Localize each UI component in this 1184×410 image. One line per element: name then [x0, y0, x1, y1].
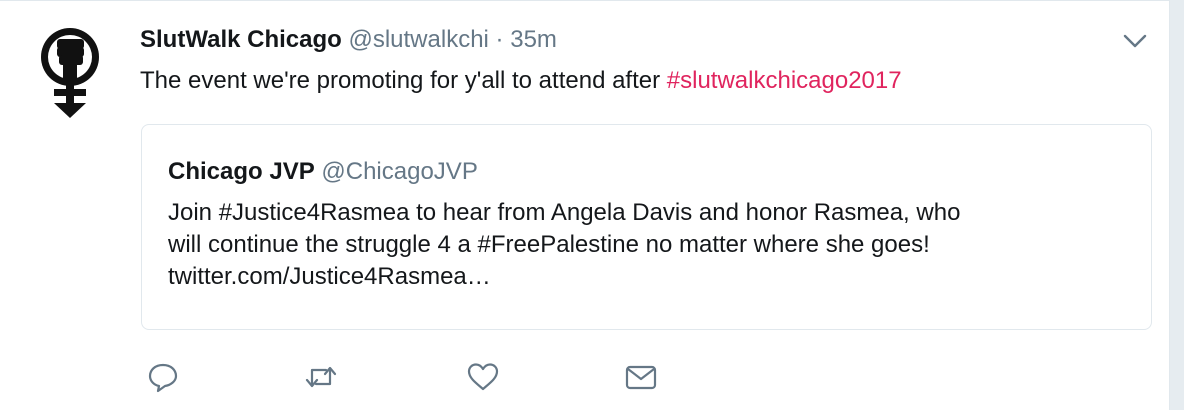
like-icon [467, 363, 499, 391]
tweet-card[interactable]: SlutWalk Chicago @slutwalkchi · 35m The … [0, 0, 1170, 410]
quoted-tweet-text: Join #Justice4Rasmea to hear from Angela… [168, 197, 1128, 293]
timestamp[interactable]: 35m [510, 26, 557, 53]
quoted-tweet[interactable]: Chicago JVP @ChicagoJVP Join #Justice4Ra… [141, 124, 1152, 330]
raised-fist-venus-icon [41, 28, 99, 118]
tweet-text-body: The event we're promoting for y'all to a… [140, 67, 667, 94]
header-separator: · [495, 26, 504, 53]
reply-icon [148, 363, 178, 393]
quoted-text-line: twitter.com/Justice4Rasmea… [168, 263, 491, 290]
direct-message-button[interactable] [624, 361, 658, 393]
chevron-down-icon [1123, 34, 1147, 48]
tweet-header: SlutWalk Chicago @slutwalkchi · 35m [140, 25, 557, 55]
tweet-text: The event we're promoting for y'all to a… [140, 65, 902, 97]
quoted-text-line: Join #Justice4Rasmea to hear from Angela… [168, 199, 961, 226]
retweet-button[interactable] [304, 361, 338, 393]
reply-button[interactable] [146, 361, 180, 393]
author-handle[interactable]: @slutwalkchi [348, 26, 488, 53]
direct-message-icon [625, 365, 657, 390]
quoted-text-line: will continue the struggle 4 a #FreePale… [168, 231, 930, 258]
quoted-author-name: Chicago JVP [168, 158, 315, 185]
retweet-icon [305, 366, 337, 388]
tweet-menu-button[interactable] [1122, 31, 1148, 51]
hashtag-link[interactable]: #slutwalkchicago2017 [667, 67, 902, 94]
quoted-author-handle: @ChicagoJVP [321, 158, 478, 185]
avatar[interactable] [30, 23, 110, 119]
author-name[interactable]: SlutWalk Chicago [140, 26, 342, 53]
quoted-tweet-header: Chicago JVP @ChicagoJVP [168, 157, 478, 187]
like-button[interactable] [466, 361, 500, 393]
